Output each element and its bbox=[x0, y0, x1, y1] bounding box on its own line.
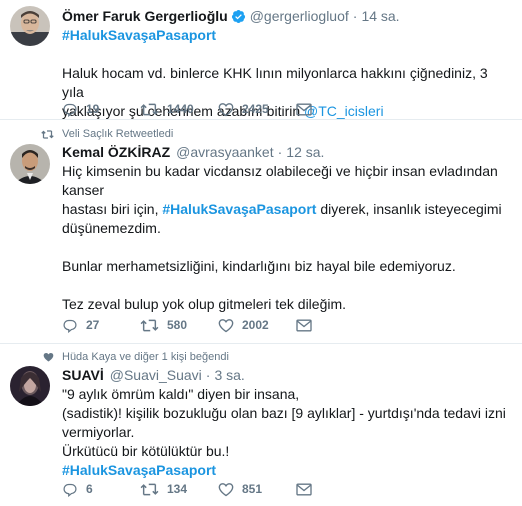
hashtag-link[interactable]: #HalukSavaşaPasaport bbox=[62, 27, 216, 43]
reply-button[interactable]: 27 bbox=[62, 316, 140, 335]
tweet-text-line: Hiç kimsenin bu kadar vicdansız olabilec… bbox=[62, 163, 498, 198]
tweet[interactable]: Veli Saçlık Retweetledi Kemal ÖZKİRAZ @a… bbox=[0, 120, 522, 344]
like-button[interactable]: 2425 bbox=[218, 100, 296, 119]
separator-dot: · bbox=[277, 143, 283, 160]
tweet-timestamp[interactable]: 14 sa. bbox=[361, 7, 399, 26]
retweet-count: 580 bbox=[167, 318, 188, 332]
retweet-button[interactable]: 134 bbox=[140, 480, 218, 499]
direct-message-button[interactable] bbox=[296, 103, 374, 116]
avatar[interactable] bbox=[10, 144, 50, 184]
retweet-icon bbox=[140, 103, 159, 116]
tweet-text: Hiç kimsenin bu kadar vicdansız olabilec… bbox=[62, 162, 510, 314]
heart-icon bbox=[218, 103, 234, 117]
reply-button[interactable]: 6 bbox=[62, 480, 140, 499]
tweet[interactable]: Ömer Faruk Gergerlioğlu @gergerliogluof … bbox=[0, 0, 522, 120]
tweet-text-line: (sadistik)! kişilik bozukluğu olan bazı … bbox=[62, 405, 506, 421]
like-button[interactable]: 2002 bbox=[218, 316, 296, 335]
author-name[interactable]: Ömer Faruk Gergerlioğlu bbox=[62, 7, 228, 26]
envelope-icon bbox=[296, 103, 312, 116]
reply-count: 6 bbox=[86, 482, 93, 496]
author-name[interactable]: Kemal ÖZKİRAZ bbox=[62, 143, 170, 162]
like-count: 2002 bbox=[242, 318, 269, 332]
tweet-actions: 6 134 851 bbox=[62, 480, 374, 499]
direct-message-button[interactable] bbox=[296, 319, 374, 332]
retweet-count: 1440 bbox=[167, 102, 194, 116]
like-button[interactable]: 851 bbox=[218, 480, 296, 499]
separator-dot: · bbox=[352, 7, 358, 24]
tweet-text-line: diyerek, insanlık isteyecegimi bbox=[316, 201, 502, 217]
retweet-context-text[interactable]: Veli Saçlık Retweetledi bbox=[62, 126, 173, 142]
tweet-text-line: hastası biri için, bbox=[62, 201, 163, 217]
author-username[interactable]: @gergerliogluof bbox=[250, 7, 349, 26]
tweet-actions: 27 580 2002 bbox=[62, 316, 374, 335]
direct-message-button[interactable] bbox=[296, 483, 374, 496]
retweet-icon bbox=[140, 319, 159, 332]
reply-icon bbox=[63, 483, 77, 497]
retweet-button[interactable]: 1440 bbox=[140, 100, 218, 119]
like-context: Hüda Kaya ve diğer 1 kişi beğendi bbox=[43, 349, 510, 365]
tweet-text-line: Haluk hocam vd. binlerce KHK lının milyo… bbox=[62, 65, 488, 100]
verified-badge-icon bbox=[231, 9, 246, 24]
author-name[interactable]: SUAVİ bbox=[62, 366, 104, 385]
tweet-header: Ömer Faruk Gergerlioğlu @gergerliogluof … bbox=[62, 6, 510, 26]
avatar[interactable] bbox=[10, 366, 50, 406]
tweet-actions: 19 1440 2425 bbox=[62, 100, 374, 119]
envelope-icon bbox=[296, 483, 312, 496]
retweet-count: 134 bbox=[167, 482, 188, 496]
tweet-timestamp[interactable]: 12 sa. bbox=[286, 143, 324, 162]
reply-count: 27 bbox=[86, 318, 100, 332]
reply-icon bbox=[63, 103, 77, 117]
tweet-text: "9 aylık ömrüm kaldı" diyen bir insana, … bbox=[62, 385, 510, 480]
tweet[interactable]: Hüda Kaya ve diğer 1 kişi beğendi SUAVİ … bbox=[0, 344, 522, 506]
tweet-text-line: "9 aylık ömrüm kaldı" diyen bir insana, bbox=[62, 386, 300, 402]
tweet-header: Kemal ÖZKİRAZ @avrasyaanket · 12 sa. bbox=[62, 142, 510, 162]
retweet-button[interactable]: 580 bbox=[140, 316, 218, 335]
tweet-header: SUAVİ @Suavi_Suavi · 3 sa. bbox=[62, 365, 510, 385]
hashtag-link[interactable]: #HalukSavaşaPasaport bbox=[62, 462, 216, 478]
tweet-text-line: Ürkütücü bir kötülüktür bu.! bbox=[62, 443, 230, 459]
reply-icon bbox=[63, 319, 77, 333]
reply-count: 19 bbox=[86, 102, 100, 116]
tweet-text-line: vermiyorlar. bbox=[62, 424, 135, 440]
tweet-text-line: Tez zeval bulup yok olup gitmeleri tek d… bbox=[62, 296, 347, 312]
envelope-icon bbox=[296, 319, 312, 332]
separator-dot: · bbox=[205, 366, 211, 383]
author-username[interactable]: @avrasyaanket bbox=[176, 143, 273, 162]
timeline: Ömer Faruk Gergerlioğlu @gergerliogluof … bbox=[0, 0, 522, 506]
retweet-icon bbox=[38, 127, 54, 141]
retweet-context: Veli Saçlık Retweetledi bbox=[41, 126, 510, 142]
tweet-timestamp[interactable]: 3 sa. bbox=[214, 366, 244, 385]
avatar[interactable] bbox=[10, 6, 50, 46]
like-count: 2425 bbox=[242, 102, 269, 116]
like-count: 851 bbox=[242, 482, 263, 496]
heart-icon bbox=[38, 350, 54, 364]
reply-button[interactable]: 19 bbox=[62, 100, 140, 119]
like-context-text[interactable]: Hüda Kaya ve diğer 1 kişi beğendi bbox=[62, 349, 229, 365]
heart-icon bbox=[218, 483, 234, 497]
tweet-text-line: Bunlar merhametsizliğini, kindarlığını b… bbox=[62, 258, 456, 274]
heart-icon bbox=[218, 319, 234, 333]
hashtag-link[interactable]: #HalukSavaşaPasaport bbox=[162, 201, 316, 217]
tweet-text-line: düşünemezdim. bbox=[62, 220, 161, 236]
author-username[interactable]: @Suavi_Suavi bbox=[110, 366, 202, 385]
retweet-icon bbox=[140, 483, 159, 496]
